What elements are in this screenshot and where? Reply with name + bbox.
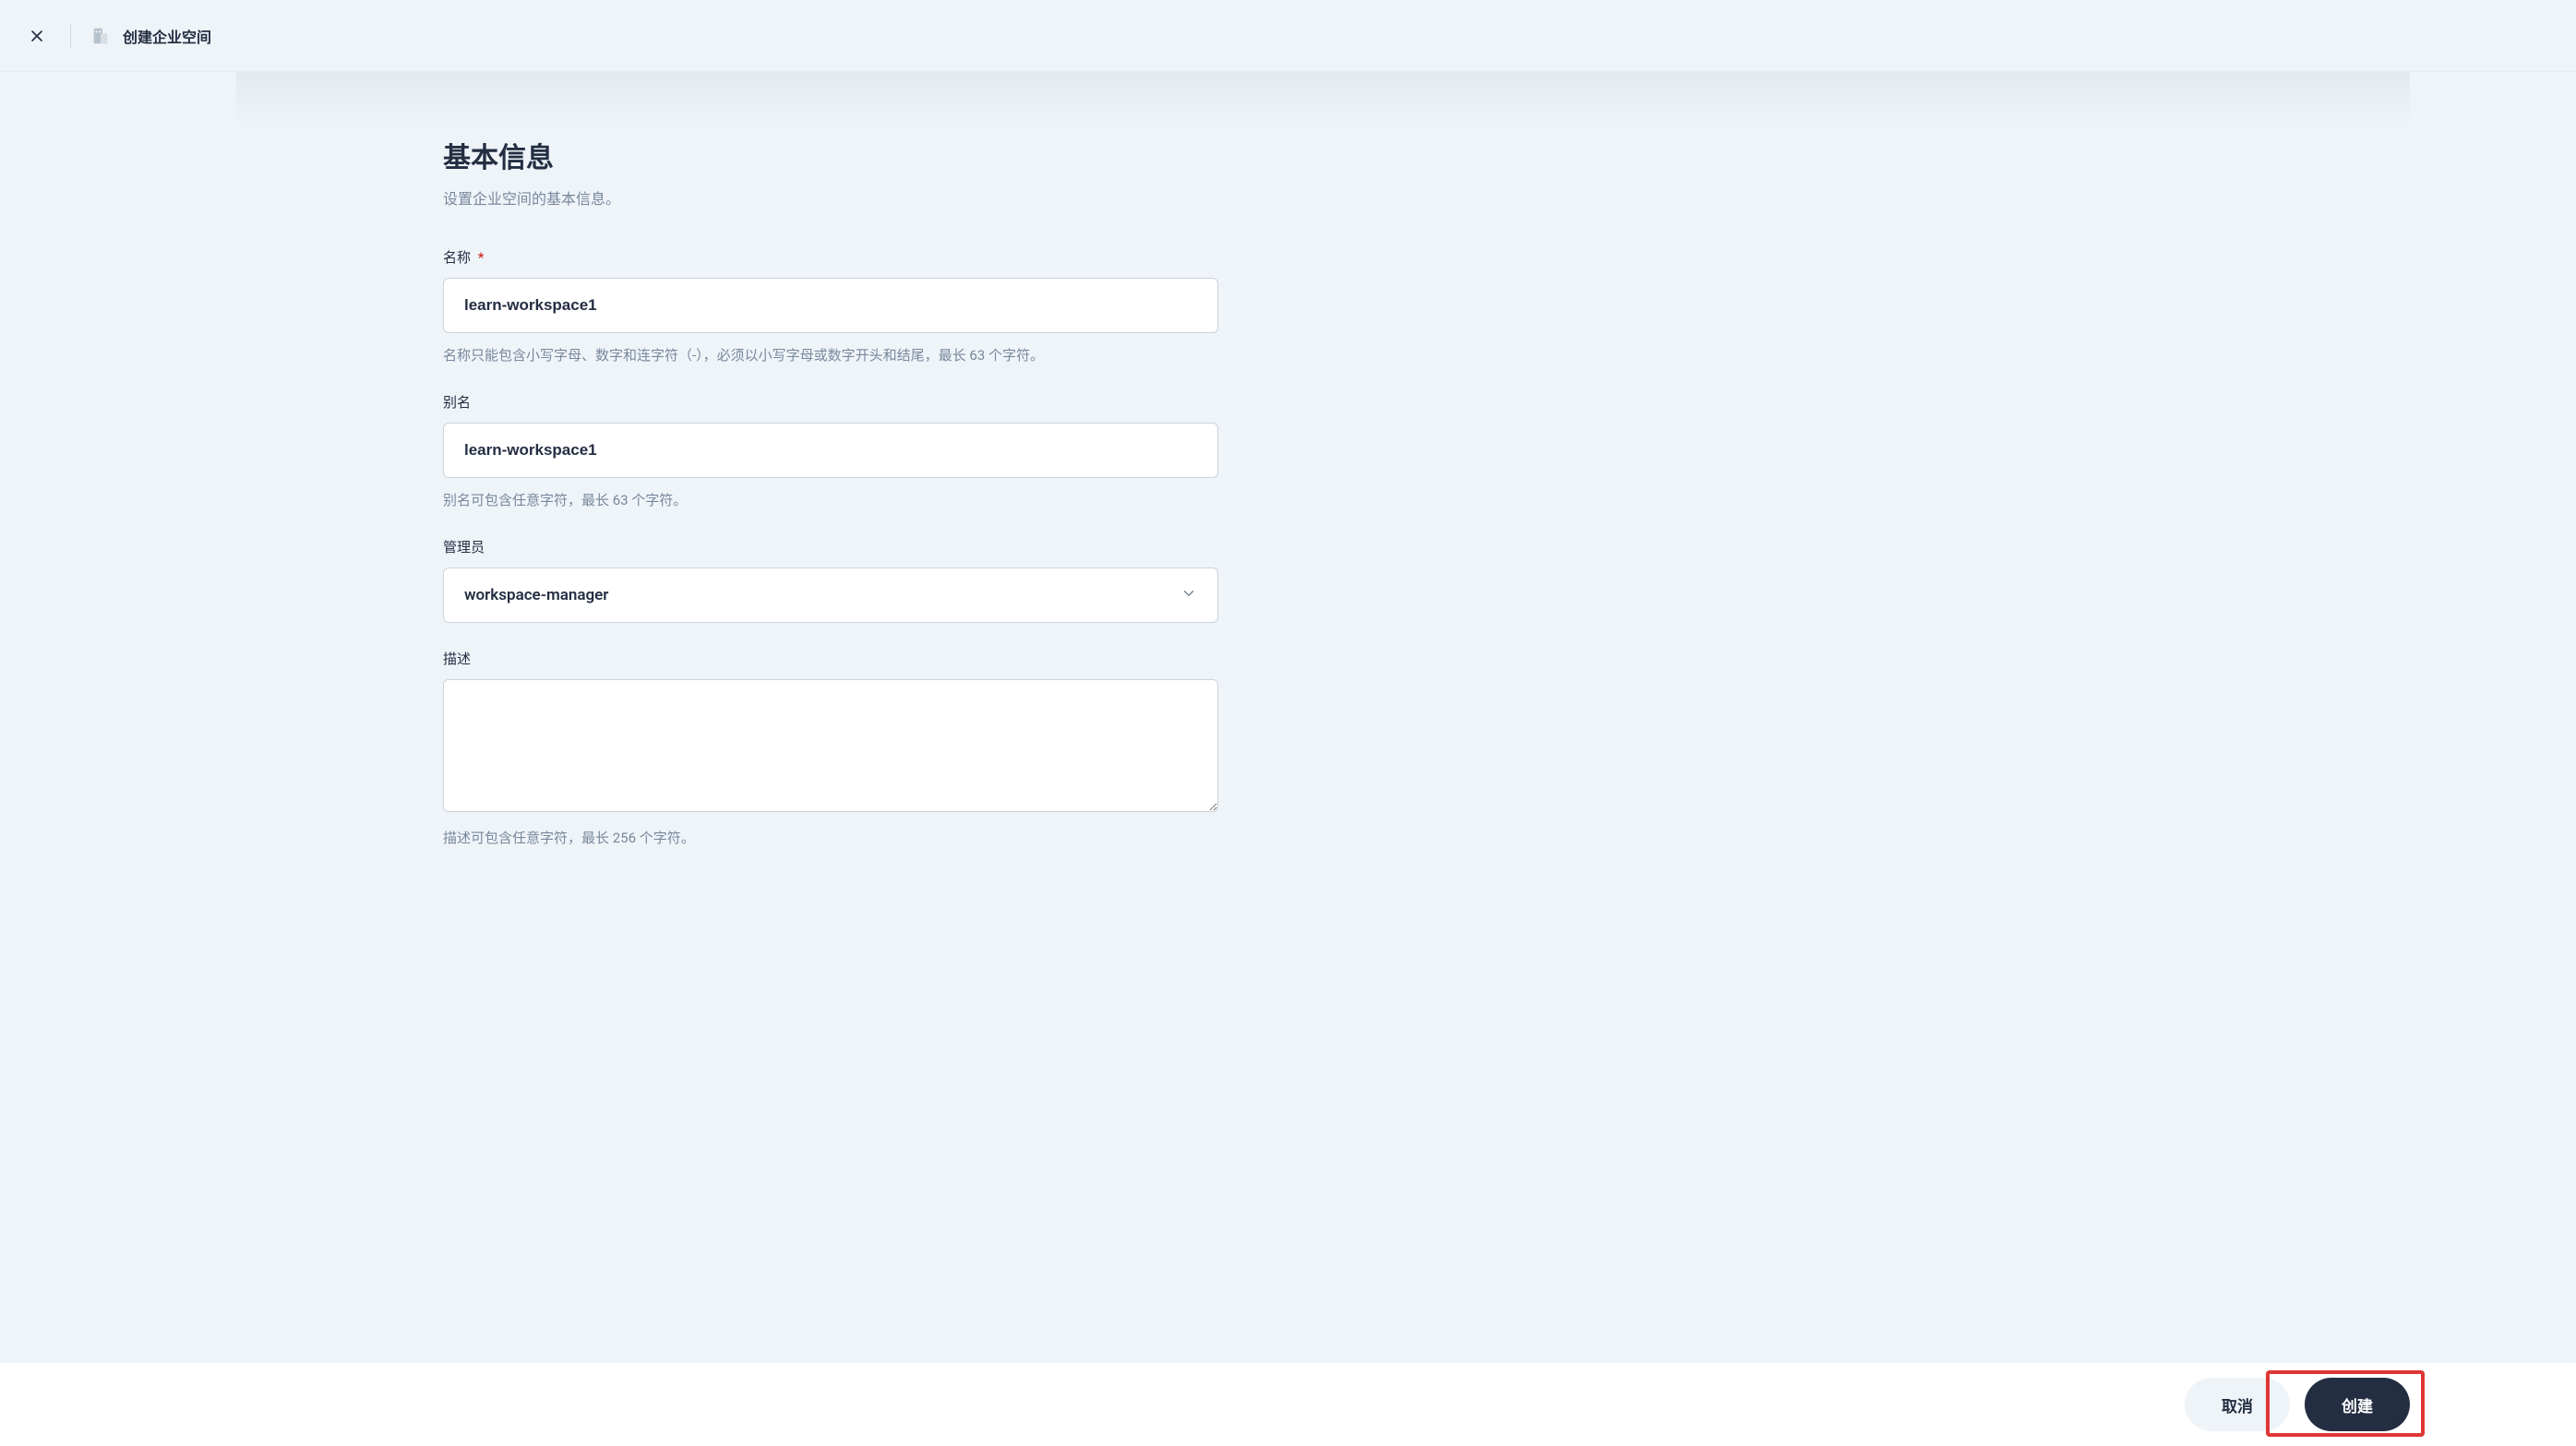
content-wrapper: 基本信息 设置企业空间的基本信息。 名称 * 名称只能包含小写字母、数字和连字符… [0,72,2576,1363]
required-indicator: * [478,249,485,266]
form-container: 基本信息 设置企业空间的基本信息。 名称 * 名称只能包含小写字母、数字和连字符… [443,135,1218,1363]
section-title: 基本信息 [443,135,1218,175]
name-input[interactable] [443,278,1218,333]
manager-value: workspace-manager [464,586,608,604]
create-button[interactable]: 创建 [2305,1378,2410,1431]
name-hint: 名称只能包含小写字母、数字和连字符（-），必须以小写字母或数字开头和结尾，最长 … [443,344,1218,366]
header-divider [70,23,71,49]
name-label-text: 名称 [443,249,471,266]
description-field-group: 描述 描述可包含任意字符，最长 256 个字符。 [443,649,1218,849]
workspace-icon [90,25,112,47]
description-textarea[interactable] [443,679,1218,812]
alias-hint: 别名可包含任意字符，最长 63 个字符。 [443,489,1218,511]
manager-select[interactable]: workspace-manager [443,568,1218,623]
modal-title: 创建企业空间 [123,25,211,47]
alias-field-group: 别名 别名可包含任意字符，最长 63 个字符。 [443,392,1218,511]
chevron-down-icon [1180,585,1197,606]
name-field-group: 名称 * 名称只能包含小写字母、数字和连字符（-），必须以小写字母或数字开头和结… [443,247,1218,366]
alias-input[interactable] [443,423,1218,478]
name-label: 名称 * [443,247,1218,267]
close-icon [28,27,46,45]
cancel-button[interactable]: 取消 [2185,1378,2290,1431]
description-label: 描述 [443,649,1218,668]
alias-label: 别名 [443,392,1218,412]
description-hint: 描述可包含任意字符，最长 256 个字符。 [443,827,1218,849]
modal-header: 创建企业空间 [0,0,2576,72]
section-subtitle: 设置企业空间的基本信息。 [443,186,1218,209]
modal-footer: 取消 创建 [0,1363,2576,1446]
manager-field-group: 管理员 workspace-manager [443,537,1218,623]
manager-label: 管理员 [443,537,1218,556]
close-button[interactable] [22,21,52,51]
